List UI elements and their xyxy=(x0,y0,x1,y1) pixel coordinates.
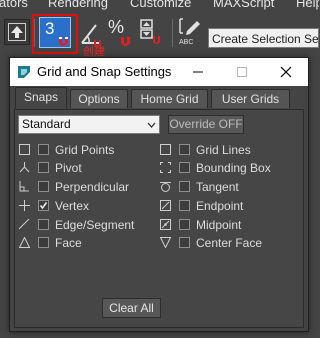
grid-points-checkbox[interactable] xyxy=(38,144,49,155)
snap-option-bounding-box[interactable]: Bounding Box xyxy=(160,160,300,176)
chevron-down-icon xyxy=(147,122,156,128)
override-button[interactable]: Override OFF xyxy=(168,115,244,134)
endpoint-checkbox[interactable] xyxy=(179,200,190,211)
close-button[interactable] xyxy=(264,58,308,86)
midpoint-icon xyxy=(160,219,171,230)
edge-segment-icon xyxy=(19,219,30,230)
spinner-snap-button[interactable] xyxy=(139,17,167,47)
minimize-button[interactable] xyxy=(176,58,220,86)
tangent-checkbox[interactable] xyxy=(179,181,190,192)
snap-option-edge-segment[interactable]: Edge/Segment xyxy=(19,217,149,233)
bounding-box-icon xyxy=(160,162,171,173)
snap-option-midpoint[interactable]: Midpoint xyxy=(160,217,300,233)
menu-item-help[interactable]: Help xyxy=(296,0,319,10)
endpoint-label: Endpoint xyxy=(196,199,244,213)
perpendicular-label: Perpendicular xyxy=(55,180,130,194)
selection-set-combo[interactable]: Create Selection Se xyxy=(208,28,319,48)
vertex-icon xyxy=(19,200,30,211)
tab-home-grid[interactable]: Home Grid xyxy=(131,89,208,108)
snap-option-perpendicular[interactable]: Perpendicular xyxy=(19,179,149,195)
snap-option-pivot[interactable]: Pivot xyxy=(19,160,149,176)
clear-all-button[interactable]: Clear All xyxy=(102,298,161,318)
perpendicular-checkbox[interactable] xyxy=(38,181,49,192)
center-face-icon xyxy=(160,237,171,248)
snap-option-grid-lines[interactable]: Grid Lines xyxy=(160,142,300,158)
snap-option-endpoint[interactable]: Endpoint xyxy=(160,198,300,214)
edge-segment-checkbox[interactable] xyxy=(38,219,49,230)
snap-option-face[interactable]: Face xyxy=(19,235,149,251)
percent-snap-button[interactable]: % xyxy=(107,17,135,47)
face-label: Face xyxy=(55,236,82,250)
endpoint-icon xyxy=(160,200,171,211)
menu-item-animators[interactable]: ators xyxy=(0,0,28,10)
bounding-box-label: Bounding Box xyxy=(196,161,271,175)
snap-option-tangent[interactable]: Tangent xyxy=(160,179,300,195)
menu-bar: ators Rendering Customize MAXScript Help xyxy=(0,0,319,11)
center-face-label: Center Face xyxy=(196,236,263,250)
vertex-checkbox[interactable] xyxy=(38,200,49,211)
magnet-icon xyxy=(121,37,130,46)
vertex-label: Vertex xyxy=(55,199,90,213)
snap-option-center-face[interactable]: Center Face xyxy=(160,235,300,251)
maximize-button[interactable] xyxy=(220,58,264,86)
arrow-up-icon xyxy=(8,23,26,41)
menu-item-customize[interactable]: Customize xyxy=(130,0,191,10)
snap-option-vertex[interactable]: Vertex xyxy=(19,198,149,214)
abc-label: ABC xyxy=(179,39,194,46)
percent-snap-label: % xyxy=(108,17,125,37)
select-object-button[interactable] xyxy=(4,19,30,45)
maximize-icon xyxy=(237,67,247,77)
grid-lines-checkbox[interactable] xyxy=(179,144,190,155)
dialog-tabs: Snaps Options Home Grid User Grids xyxy=(10,86,308,110)
annotation-highlight-box xyxy=(32,14,78,54)
snap-category-value: Standard xyxy=(22,117,71,131)
minimize-icon xyxy=(193,71,203,73)
dialog-title: Grid and Snap Settings xyxy=(37,64,172,79)
grid-snap-settings-dialog: Grid and Snap Settings Snaps Options Hom… xyxy=(9,57,309,332)
midpoint-label: Midpoint xyxy=(196,218,242,232)
tab-snaps[interactable]: Snaps xyxy=(15,87,67,109)
face-icon xyxy=(19,237,30,248)
midpoint-checkbox[interactable] xyxy=(179,219,190,230)
grid-points-label: Grid Points xyxy=(55,143,115,157)
tab-user-grids[interactable]: User Grids xyxy=(211,89,290,108)
menu-item-maxscript[interactable]: MAXScript xyxy=(213,0,274,10)
main-toolbar: 3 % ABC Create Selection Se xyxy=(0,11,319,54)
app-logo-icon xyxy=(18,66,30,78)
tangent-icon xyxy=(160,182,171,192)
grid-lines-icon xyxy=(160,144,171,155)
bounding-box-checkbox[interactable] xyxy=(179,162,190,173)
edge-segment-label: Edge/Segment xyxy=(55,218,135,232)
close-icon xyxy=(280,66,292,78)
center-face-checkbox[interactable] xyxy=(179,237,190,248)
snap-category-dropdown[interactable]: Standard xyxy=(18,115,160,134)
grid-lines-label: Grid Lines xyxy=(196,143,251,157)
pivot-label: Pivot xyxy=(55,161,82,175)
pivot-checkbox[interactable] xyxy=(38,162,49,173)
toolbar-separator xyxy=(172,19,173,47)
dialog-titlebar[interactable]: Grid and Snap Settings xyxy=(10,58,308,86)
edit-named-selection-button[interactable]: ABC xyxy=(177,17,203,47)
grid-points-icon xyxy=(19,144,30,155)
checkmark-icon xyxy=(39,202,48,210)
edit-named-selection-icon xyxy=(179,18,200,35)
perpendicular-icon xyxy=(19,181,29,192)
tangent-label: Tangent xyxy=(196,180,239,194)
face-checkbox[interactable] xyxy=(38,237,49,248)
tab-options[interactable]: Options xyxy=(70,89,128,108)
spinner-snap-icon xyxy=(140,19,160,44)
pivot-icon xyxy=(19,162,30,173)
menu-item-rendering[interactable]: Rendering xyxy=(48,0,108,10)
snap-option-grid-points[interactable]: Grid Points xyxy=(19,142,149,158)
